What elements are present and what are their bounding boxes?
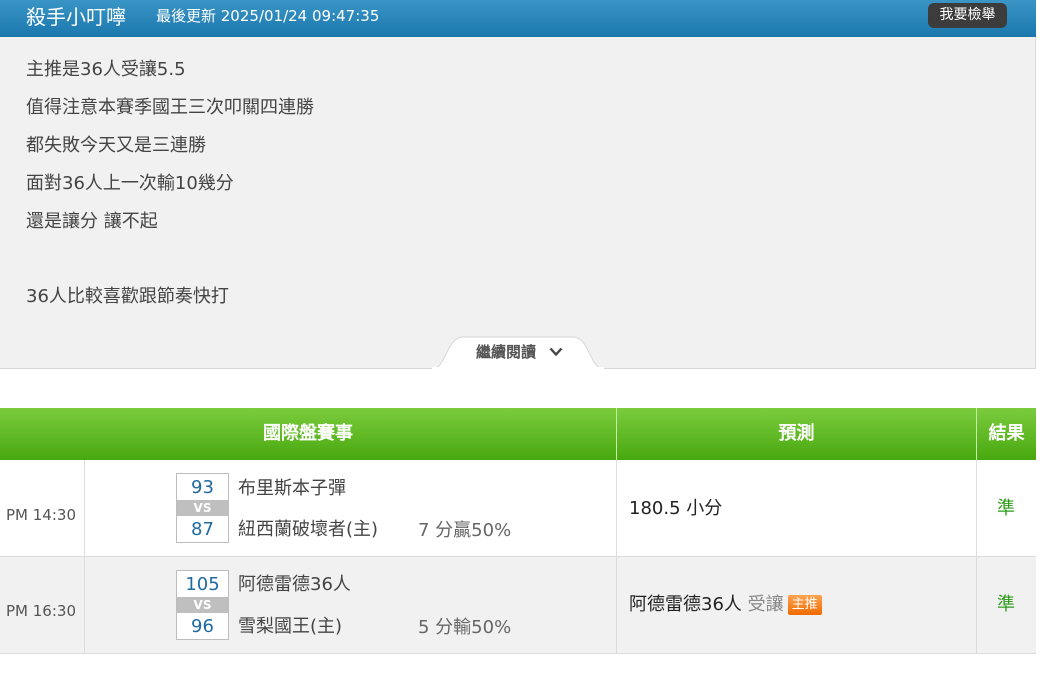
cell-divider <box>616 557 617 653</box>
author-name[interactable]: 殺手小叮嚀 <box>26 4 126 30</box>
table-row: PM 16:30 105 VS 96 阿德雷德36人 雪梨國王(主) 5 分輸5… <box>0 557 1036 654</box>
vs-label: VS <box>177 597 228 613</box>
prediction-note: 受讓 <box>747 594 784 615</box>
result-mark: 準 <box>997 594 1015 615</box>
home-team[interactable]: 紐西蘭破壞者(主) <box>238 519 378 541</box>
article-line: 面對36人上一次輸10幾分 <box>26 173 234 194</box>
read-more-label: 繼續閱讀 <box>476 343 537 361</box>
away-team[interactable]: 布里斯本子彈 <box>238 478 346 500</box>
cell-divider <box>84 460 85 556</box>
article-line: 值得注意本賽季國王三次叩關四連勝 <box>26 97 314 118</box>
away-score: 105 <box>185 574 220 595</box>
prediction-text: 180.5 小分 <box>629 498 723 519</box>
cell-divider <box>84 557 85 653</box>
home-score: 87 <box>191 519 214 540</box>
vs-label: VS <box>177 500 228 516</box>
table-header: 國際盤賽事 預測 結果 <box>0 408 1036 460</box>
score-box: 105 VS 96 <box>176 570 229 640</box>
game-time: PM 14:30 <box>6 506 76 524</box>
header-match: 國際盤賽事 <box>263 423 353 444</box>
away-score: 93 <box>191 477 214 498</box>
prediction-pick: 阿德雷德36人 受讓 主推 <box>629 594 822 616</box>
last-updated: 最後更新 2025/01/24 09:47:35 <box>156 7 380 25</box>
result-mark: 準 <box>997 498 1015 519</box>
home-team[interactable]: 雪梨國王(主) <box>238 616 342 638</box>
game-time: PM 16:30 <box>6 602 76 620</box>
header-prediction: 預測 <box>778 423 815 444</box>
report-button[interactable]: 我要檢舉 <box>928 3 1007 28</box>
header-result: 結果 <box>988 423 1025 444</box>
article-line: 36人比較喜歡跟節奏快打 <box>26 286 229 307</box>
chevron-down-icon <box>549 347 563 357</box>
table-row: PM 14:30 93 VS 87 布里斯本子彈 紐西蘭破壞者(主) 7 分贏5… <box>0 460 1036 557</box>
article-body: 主推是36人受讓5.5 值得注意本賽季國王三次叩關四連勝 都失敗今天又是三連勝 … <box>0 37 1036 369</box>
cell-divider <box>616 460 617 556</box>
handicap-result: 5 分輸50% <box>418 617 512 638</box>
home-score: 96 <box>191 616 214 637</box>
article-line: 還是讓分 讓不起 <box>26 211 158 232</box>
article-line: 主推是36人受讓5.5 <box>26 59 186 80</box>
header-bar: 殺手小叮嚀 最後更新 2025/01/24 09:47:35 我要檢舉 <box>0 0 1036 37</box>
article-line: 都失敗今天又是三連勝 <box>26 135 206 156</box>
prediction-pick: 180.5 小分 <box>629 498 722 520</box>
handicap-result: 7 分贏50% <box>418 520 512 541</box>
read-more-button[interactable]: 繼續閱讀 <box>432 335 604 369</box>
prediction-text: 阿德雷德36人 <box>629 594 742 615</box>
score-box: 93 VS 87 <box>176 473 229 543</box>
main-pick-badge: 主推 <box>787 595 822 615</box>
away-team[interactable]: 阿德雷德36人 <box>238 574 351 596</box>
